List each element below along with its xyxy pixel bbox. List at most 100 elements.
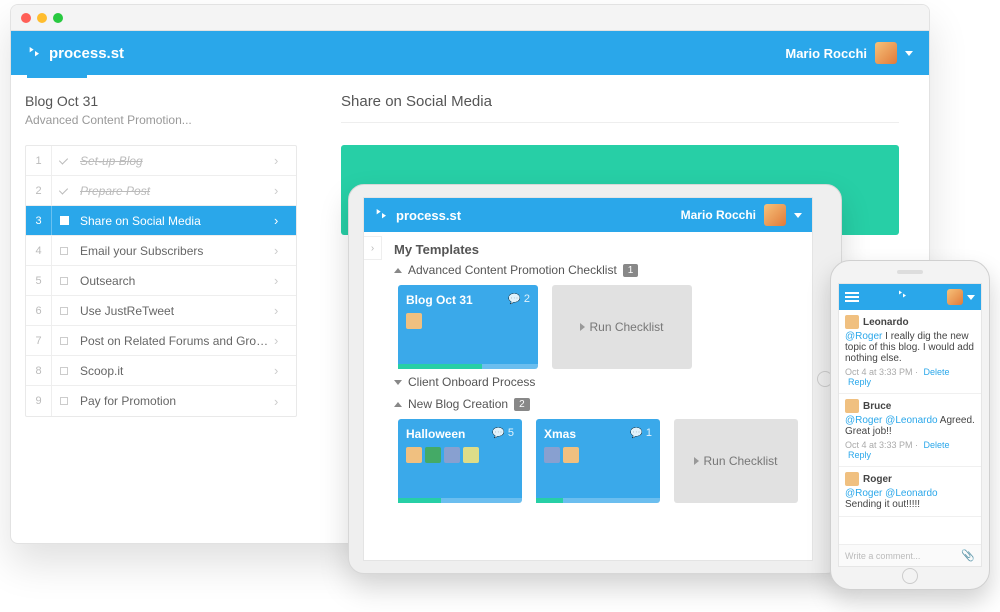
- chevron-right-icon: ›: [274, 213, 296, 228]
- section-title: My Templates: [394, 242, 798, 257]
- progress-bar: [536, 498, 660, 503]
- checklist-card[interactable]: Halloween 5: [398, 419, 522, 503]
- task-checkbox[interactable]: [52, 247, 76, 255]
- chevron-right-icon: ›: [274, 273, 296, 288]
- main-title: Share on Social Media: [341, 93, 899, 123]
- comment-post: Bruce@Roger @Leonardo Agreed. Great job!…: [839, 394, 981, 467]
- task-label: Scoop.it: [76, 364, 274, 378]
- task-checkbox[interactable]: [52, 216, 76, 225]
- drawer-toggle[interactable]: ›: [364, 236, 382, 260]
- task-row[interactable]: 7Post on Related Forums and Groups›: [26, 326, 296, 356]
- brand-icon[interactable]: [897, 288, 909, 306]
- run-checklist-button[interactable]: Run Checklist: [552, 285, 692, 369]
- brand-icon: [374, 207, 390, 223]
- brand[interactable]: process.st: [374, 207, 461, 223]
- task-row[interactable]: 2Prepare Post›: [26, 176, 296, 206]
- task-row[interactable]: 8Scoop.it›: [26, 356, 296, 386]
- chevron-right-icon: ›: [274, 333, 296, 348]
- chevron-right-icon: ›: [274, 394, 296, 409]
- task-checkbox[interactable]: [52, 277, 76, 285]
- task-row[interactable]: 9Pay for Promotion›: [26, 386, 296, 416]
- phone-topbar: [839, 284, 981, 310]
- template-row[interactable]: Advanced Content Promotion Checklist 1: [394, 263, 798, 277]
- task-row[interactable]: 6Use JustReTweet›: [26, 296, 296, 326]
- avatar: [875, 42, 897, 64]
- post-meta: Oct 4 at 3:33 PM · Delete Reply: [845, 367, 975, 387]
- count-badge: 1: [623, 264, 639, 277]
- reply-link[interactable]: Reply: [848, 450, 871, 460]
- task-label: Share on Social Media: [76, 214, 274, 228]
- user-menu[interactable]: [947, 289, 975, 305]
- sidebar: Blog Oct 31 Advanced Content Promotion..…: [11, 75, 311, 543]
- run-checklist-button[interactable]: Run Checklist: [674, 419, 798, 503]
- progress-bar: [398, 498, 522, 503]
- post-author: Leonardo: [845, 315, 975, 329]
- task-label: Email your Subscribers: [76, 244, 274, 258]
- comment-feed: Leonardo @Roger I really dig the new topi…: [839, 310, 981, 544]
- template-row[interactable]: New Blog Creation 2: [394, 397, 798, 411]
- min-dot[interactable]: [37, 13, 47, 23]
- chevron-right-icon: ›: [274, 243, 296, 258]
- task-checkbox[interactable]: [52, 186, 76, 196]
- checklist-card[interactable]: Blog Oct 31 2: [398, 285, 538, 369]
- task-row[interactable]: 1Set-up Blog›: [26, 146, 296, 176]
- task-number: 9: [26, 386, 52, 416]
- play-icon: [694, 457, 699, 465]
- close-dot[interactable]: [21, 13, 31, 23]
- comment-post: Leonardo @Roger I really dig the new topi…: [839, 310, 981, 394]
- attachment-icon[interactable]: 📎: [961, 549, 975, 562]
- checklist-card[interactable]: Xmas 1: [536, 419, 660, 503]
- task-checkbox[interactable]: [52, 397, 76, 405]
- task-checkbox[interactable]: [52, 307, 76, 315]
- reply-link[interactable]: Reply: [848, 377, 871, 387]
- post-meta: Oct 4 at 3:33 PM · Delete Reply: [845, 440, 975, 460]
- comment-icon: [508, 293, 520, 305]
- mention[interactable]: @Roger @Leonardo: [845, 415, 938, 426]
- comment-count: 2: [508, 293, 530, 305]
- collapse-icon: [394, 402, 402, 407]
- chevron-right-icon: ›: [274, 183, 296, 198]
- user-menu[interactable]: Mario Rocchi: [785, 42, 913, 64]
- task-row[interactable]: 5Outsearch›: [26, 266, 296, 296]
- play-icon: [580, 323, 585, 331]
- checklist-subtitle: Advanced Content Promotion...: [25, 113, 297, 127]
- post-body: @Roger I really dig the new topic of thi…: [845, 331, 975, 364]
- expand-icon: [394, 380, 402, 385]
- member-avatar: [406, 313, 422, 329]
- comment-count: 5: [492, 427, 514, 439]
- delete-link[interactable]: Delete: [924, 367, 950, 377]
- mention[interactable]: @Roger @Leonardo: [845, 488, 938, 499]
- brand[interactable]: process.st: [27, 45, 124, 62]
- member-avatar: [444, 447, 460, 463]
- chevron-down-icon: [905, 51, 913, 56]
- task-number: 2: [26, 176, 52, 205]
- task-row[interactable]: 3Share on Social Media›: [26, 206, 296, 236]
- mention[interactable]: @Roger: [845, 331, 882, 342]
- task-label: Post on Related Forums and Groups: [76, 334, 274, 348]
- task-number: 8: [26, 356, 52, 385]
- comment-count: 1: [630, 427, 652, 439]
- progress-bar: [398, 364, 538, 369]
- task-number: 1: [26, 146, 52, 175]
- task-label: Outsearch: [76, 274, 274, 288]
- comment-input[interactable]: Write a comment... 📎: [839, 544, 981, 566]
- task-number: 6: [26, 296, 52, 325]
- task-checkbox[interactable]: [52, 337, 76, 345]
- tablet-screen: process.st Mario Rocchi › My Templates A…: [363, 197, 813, 561]
- template-row[interactable]: Client Onboard Process: [394, 375, 798, 389]
- author-avatar: [845, 315, 859, 329]
- brand-text: process.st: [49, 45, 124, 62]
- member-avatar: [463, 447, 479, 463]
- delete-link[interactable]: Delete: [924, 440, 950, 450]
- brand-icon: [27, 45, 43, 61]
- collapse-icon: [394, 268, 402, 273]
- menu-icon[interactable]: [845, 292, 859, 302]
- max-dot[interactable]: [53, 13, 63, 23]
- avatar: [764, 204, 786, 226]
- task-label: Set-up Blog: [76, 154, 274, 168]
- task-checkbox[interactable]: [52, 156, 76, 166]
- compose-placeholder: Write a comment...: [845, 551, 920, 561]
- task-checkbox[interactable]: [52, 367, 76, 375]
- user-menu[interactable]: Mario Rocchi: [681, 204, 802, 226]
- task-row[interactable]: 4Email your Subscribers›: [26, 236, 296, 266]
